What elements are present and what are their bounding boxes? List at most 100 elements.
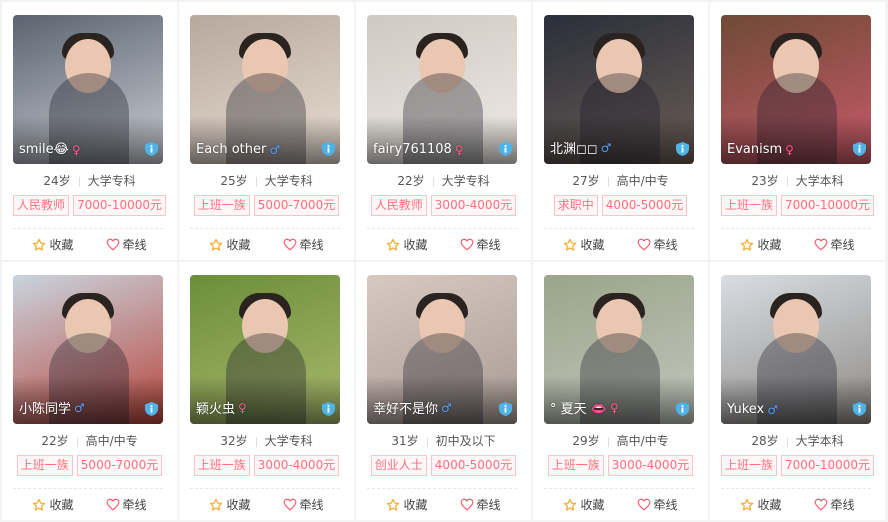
info-divider — [426, 436, 428, 447]
basic-info: 24岁 大学专科 — [2, 172, 177, 189]
verified-badge-icon — [853, 402, 866, 416]
age-text: 22岁 — [397, 174, 425, 188]
nickname: fairy761108 — [373, 142, 452, 157]
favorite-button[interactable]: 收藏 — [740, 236, 782, 253]
profile-photo[interactable]: ° 夏天 👄 ♀ — [544, 275, 694, 424]
profile-photo[interactable]: 幸好不是你 ♂ — [367, 275, 517, 424]
income-tag: 7000-10000元 — [72, 195, 167, 216]
tag-row: 上班一族 3000-4000元 — [179, 455, 354, 476]
connect-button[interactable]: 牵线 — [460, 236, 501, 253]
info-divider — [255, 436, 257, 447]
profile-card[interactable]: 小陈同学 ♂ 22岁 高中/中专 上班一族 5000-7000元 收藏 牵线 — [2, 262, 177, 520]
nickname-row: fairy761108 ♀ — [373, 142, 464, 157]
favorite-button[interactable]: 收藏 — [32, 236, 74, 253]
star-icon — [741, 238, 754, 251]
education-text: 大学本科 — [795, 434, 844, 448]
card-actions: 收藏 牵线 — [533, 496, 708, 513]
profile-photo[interactable]: fairy761108 ♀ — [367, 15, 517, 164]
profile-photo[interactable]: Each other ♂ — [190, 15, 340, 164]
profile-photo[interactable]: 北渊◻◻ ♂ — [544, 15, 694, 164]
heart-icon — [814, 238, 827, 251]
heart-icon — [106, 238, 119, 251]
income-tag: 5000-7000元 — [76, 455, 163, 476]
income-tag: 3000-4000元 — [430, 195, 517, 216]
favorite-button[interactable]: 收藏 — [563, 236, 605, 253]
favorite-button[interactable]: 收藏 — [209, 496, 251, 513]
card-actions: 收藏 牵线 — [710, 496, 885, 513]
info-divider — [78, 176, 80, 187]
heart-icon — [637, 238, 650, 251]
age-text: 32岁 — [220, 434, 248, 448]
star-icon — [210, 498, 223, 511]
profile-card[interactable]: 颖火虫 ♀ 32岁 大学专科 上班一族 3000-4000元 收藏 牵线 — [179, 262, 354, 520]
occupation-tag: 求职中 — [553, 195, 598, 216]
basic-info: 22岁 高中/中专 — [2, 432, 177, 449]
favorite-button[interactable]: 收藏 — [563, 496, 605, 513]
tag-row: 上班一族 5000-7000元 — [2, 455, 177, 476]
verified-badge-icon — [145, 142, 158, 156]
profile-card[interactable]: 北渊◻◻ ♂ 27岁 高中/中专 求职中 4000-5000元 收藏 牵线 — [533, 2, 708, 260]
profile-photo[interactable]: Yukex ♂ — [721, 275, 871, 424]
nickname-row: smile😂 ♀ — [19, 142, 81, 157]
card-actions: 收藏 牵线 — [710, 236, 885, 253]
nickname: 北渊◻◻ — [550, 142, 598, 157]
profile-photo[interactable]: 颖火虫 ♀ — [190, 275, 340, 424]
verified-badge-icon — [322, 402, 335, 416]
nickname-row: 北渊◻◻ ♂ — [550, 138, 611, 158]
profile-card[interactable]: Each other ♂ 25岁 大学专科 上班一族 5000-7000元 收藏 — [179, 2, 354, 260]
card-actions: 收藏 牵线 — [533, 236, 708, 253]
nickname-row: Each other ♂ — [196, 142, 280, 157]
connect-button[interactable]: 牵线 — [106, 496, 147, 513]
favorite-button[interactable]: 收藏 — [209, 236, 251, 253]
profile-card[interactable]: 幸好不是你 ♂ 31岁 初中及以下 创业人士 4000-5000元 收藏 牵线 — [356, 262, 531, 520]
connect-button[interactable]: 牵线 — [283, 236, 324, 253]
favorite-button[interactable]: 收藏 — [32, 496, 74, 513]
star-icon — [387, 238, 400, 251]
verified-badge-icon — [853, 142, 866, 156]
profile-card[interactable]: Evanism ♀ 23岁 大学本科 上班一族 7000-10000元 收藏 牵… — [710, 2, 885, 260]
nickname: 颖火虫 — [196, 402, 236, 417]
connect-button[interactable]: 牵线 — [460, 496, 501, 513]
dashed-divider — [190, 488, 340, 489]
income-tag: 7000-10000元 — [780, 455, 875, 476]
favorite-button[interactable]: 收藏 — [386, 496, 428, 513]
favorite-button[interactable]: 收藏 — [386, 236, 428, 253]
profile-photo[interactable]: 小陈同学 ♂ — [13, 275, 163, 424]
info-divider — [786, 176, 788, 187]
connect-button[interactable]: 牵线 — [637, 496, 678, 513]
connect-button[interactable]: 牵线 — [106, 236, 147, 253]
connect-button[interactable]: 牵线 — [814, 236, 855, 253]
verified-badge-icon — [499, 402, 512, 416]
dashed-divider — [544, 488, 694, 489]
connect-button[interactable]: 牵线 — [283, 496, 324, 513]
tag-row: 上班一族 7000-10000元 — [710, 195, 885, 216]
heart-icon — [460, 498, 473, 511]
favorite-label: 收藏 — [580, 498, 605, 512]
profile-card[interactable]: Yukex ♂ 28岁 大学本科 上班一族 7000-10000元 收藏 牵线 — [710, 262, 885, 520]
occupation-tag: 上班一族 — [720, 455, 777, 476]
card-actions: 收藏 牵线 — [2, 236, 177, 253]
heart-icon — [460, 238, 473, 251]
info-divider — [76, 436, 78, 447]
profile-photo[interactable]: Evanism ♀ — [721, 15, 871, 164]
occupation-tag: 创业人士 — [370, 455, 427, 476]
tag-row: 人民教师 7000-10000元 — [2, 195, 177, 216]
favorite-button[interactable]: 收藏 — [740, 496, 782, 513]
dashed-divider — [544, 228, 694, 229]
profile-card[interactable]: smile😂 ♀ 24岁 大学专科 人民教师 7000-10000元 收藏 牵线 — [2, 2, 177, 260]
star-icon — [564, 238, 577, 251]
dashed-divider — [721, 228, 871, 229]
connect-button[interactable]: 牵线 — [814, 496, 855, 513]
nickname: ° 夏天 👄 — [550, 402, 607, 417]
profile-card[interactable]: ° 夏天 👄 ♀ 29岁 高中/中专 上班一族 3000-4000元 收藏 牵线 — [533, 262, 708, 520]
favorite-label: 收藏 — [757, 238, 782, 252]
basic-info: 32岁 大学专科 — [179, 432, 354, 449]
dashed-divider — [13, 228, 163, 229]
favorite-label: 收藏 — [757, 498, 782, 512]
age-text: 24岁 — [43, 174, 71, 188]
education-text: 高中/中专 — [616, 174, 669, 188]
connect-button[interactable]: 牵线 — [637, 236, 678, 253]
occupation-tag: 人民教师 — [12, 195, 69, 216]
profile-photo[interactable]: smile😂 ♀ — [13, 15, 163, 164]
profile-card[interactable]: fairy761108 ♀ 22岁 大学专科 人民教师 3000-4000元 收藏 — [356, 2, 531, 260]
